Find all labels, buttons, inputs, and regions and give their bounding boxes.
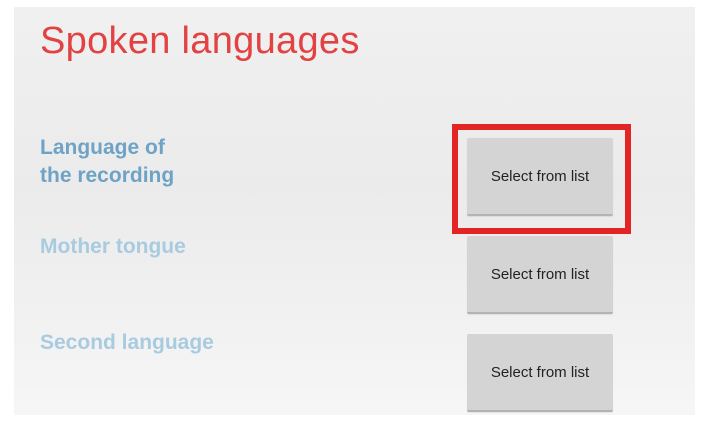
- screen: Spoken languages Language of the recordi…: [14, 7, 695, 415]
- page-title: Spoken languages: [40, 20, 360, 62]
- language-of-recording-label: Language of the recording: [40, 134, 340, 190]
- label-line-1: Language of: [40, 136, 165, 159]
- second-language-label: Second language: [40, 331, 214, 354]
- second-language-select-button[interactable]: Select from list: [467, 334, 613, 412]
- language-of-recording-select-button[interactable]: Select from list: [467, 138, 613, 216]
- label-line-2: the recording: [40, 164, 175, 187]
- mother-tongue-label: Mother tongue: [40, 235, 186, 258]
- mother-tongue-select-button[interactable]: Select from list: [467, 236, 613, 314]
